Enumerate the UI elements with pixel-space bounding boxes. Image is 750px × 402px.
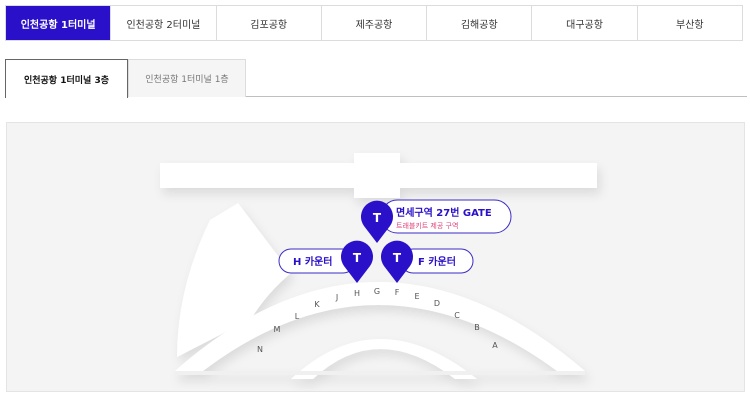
tab-jeju[interactable]: 제주공항 <box>320 6 426 40</box>
floor-tabs: 인천공항 1터미널 3층 인천공항 1터미널 1층 <box>5 59 747 98</box>
airport-tabs: 인천공항 1터미널 인천공항 2터미널 김포공항 제주공항 김해공항 대구공항 … <box>5 5 743 41</box>
tab-incheon-t1[interactable]: 인천공항 1터미널 <box>6 6 111 40</box>
counter-letter-k: K <box>314 300 320 309</box>
counter-letter-g: G <box>374 287 380 296</box>
gate-27-title: 면세구역 27번 GATE <box>396 206 492 219</box>
tab-gimpo[interactable]: 김포공항 <box>215 6 321 40</box>
terminal-map-svg: N M L K J H G F E D C B A 면세구역 27번 GATE … <box>160 153 597 379</box>
f-counter-marker[interactable]: F 카운터 T <box>381 240 474 283</box>
counter-letter-m: M <box>274 325 281 334</box>
counter-letter-l: L <box>295 312 300 321</box>
gate-27-marker[interactable]: 면세구역 27번 GATE 트래블키트 제공 구역 T <box>360 199 512 243</box>
tab-incheon-t2[interactable]: 인천공항 2터미널 <box>110 6 215 40</box>
tab-daegu[interactable]: 대구공항 <box>531 6 636 40</box>
counter-letter-e: E <box>414 292 419 301</box>
pin-letter: T <box>393 251 402 265</box>
counter-letter-h: H <box>354 289 360 298</box>
tab-floor-3[interactable]: 인천공항 1터미널 3층 <box>5 59 128 98</box>
counter-letter-n: N <box>257 345 263 354</box>
f-counter-title: F 카운터 <box>418 255 456 268</box>
counter-letter-j: J <box>335 293 338 302</box>
pin-letter: T <box>373 211 382 225</box>
counter-letter-a: A <box>492 341 498 350</box>
gate-27-subtitle: 트래블키트 제공 구역 <box>396 221 458 230</box>
tab-gimhae[interactable]: 김해공항 <box>426 6 531 40</box>
counter-letter-c: C <box>454 311 460 320</box>
terminal-map: N M L K J H G F E D C B A 면세구역 27번 GATE … <box>6 122 745 392</box>
tab-busan-port[interactable]: 부산항 <box>636 6 742 40</box>
h-counter-marker[interactable]: H 카운터 T <box>278 240 374 283</box>
h-counter-title: H 카운터 <box>293 255 332 268</box>
counter-letter-f: F <box>395 288 400 297</box>
tab-floor-1[interactable]: 인천공항 1터미널 1층 <box>128 59 246 97</box>
terminal-building <box>160 153 597 379</box>
pin-letter: T <box>353 251 362 265</box>
counter-letter-d: D <box>434 299 440 308</box>
counter-letter-b: B <box>474 323 480 332</box>
